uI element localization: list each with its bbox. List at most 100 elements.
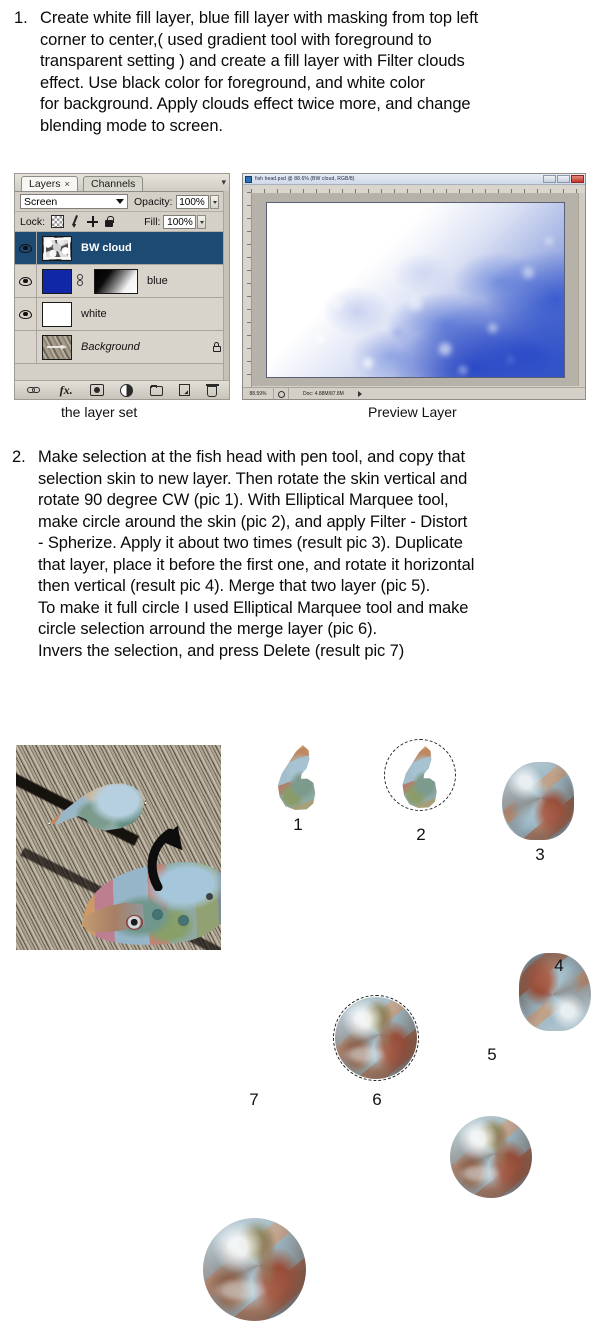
document-size-status: Doc: 4.88M/87.8M [303,390,344,397]
pic-5-merged-sphere [450,1116,532,1198]
layer-thumbnail[interactable] [42,301,72,327]
opacity-stepper-icon[interactable] [209,194,219,209]
panel-menu-icon[interactable]: ▾ [221,177,226,188]
tab-layers-label: Layers [29,178,61,190]
step-1-number: 1. [14,9,28,27]
step-2-line: then vertical (result pic 4). Merge that… [38,577,431,595]
window-controls [543,175,584,183]
add-layer-mask-icon[interactable] [90,384,105,396]
brush-lock-icon[interactable] [70,216,81,227]
caption-layer-set: the layer set [61,404,138,420]
link-mask-icon[interactable] [75,274,84,288]
layer-visibility-cell[interactable] [15,265,37,297]
selected-skin-piece [48,780,147,835]
caption-preview-layer: Preview Layer [368,404,457,420]
pic-5-label: 5 [487,1045,497,1064]
layer-row-bw-cloud[interactable]: BW cloud [15,232,229,265]
lock-icon-group [51,215,114,228]
layer-thumbnail[interactable] [42,334,72,360]
step-2-line: Invers the selection, and press Delete (… [38,641,405,660]
step-1-line: corner to center,( used gradient tool wi… [40,30,432,49]
layers-panel-toolbar: fx. [15,380,229,399]
step-2-line: rotate 90 degree CW (pic 1). With Ellipt… [38,491,449,509]
pic-4-label: 4 [554,956,564,975]
step-2-line: circle selection arround the merge layer… [38,620,377,638]
eye-icon[interactable] [19,309,32,319]
tab-close-icon[interactable]: × [65,179,70,189]
layer-row-background[interactable]: Background [15,331,229,364]
pic-1-rotated-skin [273,745,321,810]
fish-head-photo [16,745,221,950]
minimize-button[interactable] [543,175,556,183]
eye-icon[interactable] [19,243,32,253]
opacity-input[interactable]: 100% [175,194,209,209]
fish-spot [178,915,189,926]
skin-shape [277,745,316,810]
new-adjustment-layer-icon[interactable] [120,383,134,397]
move-lock-icon[interactable] [87,216,99,227]
all-lock-icon[interactable] [104,216,114,227]
photoshop-document-icon [245,175,252,183]
layers-panel-scrollbar[interactable] [223,191,229,380]
step-2-instructions: 2. Make selection at the fish head with … [12,447,598,662]
spherize-swirl [502,762,574,840]
new-layer-icon[interactable] [179,384,191,396]
preview-vertical-scrollbar[interactable] [578,193,585,386]
preview-title-bar[interactable]: fish head.psd @ 88.6% (BW cloud, RGB/8) [243,174,585,185]
eye-icon[interactable] [19,276,32,286]
elliptical-selection [384,739,456,811]
pic-7-final-marble [203,1218,306,1321]
step-2-number: 2. [12,448,26,466]
link-layers-icon[interactable] [27,383,42,397]
marching-ants-selection [48,781,147,833]
fill-stepper-icon[interactable] [197,214,207,229]
fill-input[interactable]: 100% [163,214,197,229]
layer-row-white[interactable]: white [15,298,229,331]
tab-layers[interactable]: Layers × [21,176,78,191]
step-1-line: for background. Apply clouds effect twic… [40,95,471,113]
transparency-lock-icon[interactable] [51,215,65,228]
step-2-line: To make it full circle I used Elliptical… [38,598,469,617]
ruler-ticks [251,185,585,193]
delete-layer-icon[interactable] [206,384,220,397]
layer-thumbnail[interactable] [42,268,72,294]
layer-row-blue[interactable]: blue [15,265,229,298]
layer-mask-thumbnail[interactable] [94,268,138,294]
layers-panel[interactable]: Layers × Channels ▾ Screen Opacity: 100% … [14,173,230,400]
clouds-preview-image [266,202,565,378]
blend-mode-select[interactable]: Screen [20,194,128,209]
layer-visibility-cell[interactable] [15,232,37,264]
fish-eye [126,915,143,930]
layer-thumbnail[interactable] [42,235,72,261]
layer-visibility-cell[interactable] [15,331,37,363]
rotation-arrow-icon [147,825,183,891]
zoom-level[interactable]: 88.59% [243,387,274,399]
vertical-ruler [243,192,252,387]
blend-mode-row: Screen Opacity: 100% [15,192,229,212]
pic-2-elliptical-marquee [384,739,456,811]
lock-row: Lock: Fill: 100% [15,212,229,232]
marble-highlight [203,1218,306,1321]
pic-2-label: 2 [416,825,426,844]
chevron-down-icon[interactable] [116,199,124,204]
step-1-line: effect. Use black color for foreground, … [40,73,425,92]
layer-list: BW cloud blue white Background [15,232,229,364]
maximize-button[interactable] [557,175,570,183]
canvas-area[interactable] [252,193,579,386]
marble-highlight [450,1116,532,1198]
magnifier-icon [274,388,289,399]
tab-channels-label: Channels [91,178,136,190]
layers-panel-tab-bar: Layers × Channels ▾ [15,174,229,192]
eye-off-icon[interactable] [19,343,32,352]
layer-name: white [81,308,107,320]
close-button[interactable] [571,175,584,183]
preview-document-window[interactable]: fish head.psd @ 88.6% (BW cloud, RGB/8) … [242,173,586,400]
preview-title-text: fish head.psd @ 88.6% (BW cloud, RGB/8) [255,175,355,183]
pic-1-label: 1 [293,815,303,834]
step-2-line: selection skin to new layer. Then rotate… [38,469,468,488]
status-menu-icon[interactable] [357,390,362,397]
tab-channels[interactable]: Channels [83,176,144,191]
layer-visibility-cell[interactable] [15,298,37,330]
new-group-icon[interactable] [149,384,163,396]
layer-style-fx-icon[interactable]: fx. [59,383,74,397]
